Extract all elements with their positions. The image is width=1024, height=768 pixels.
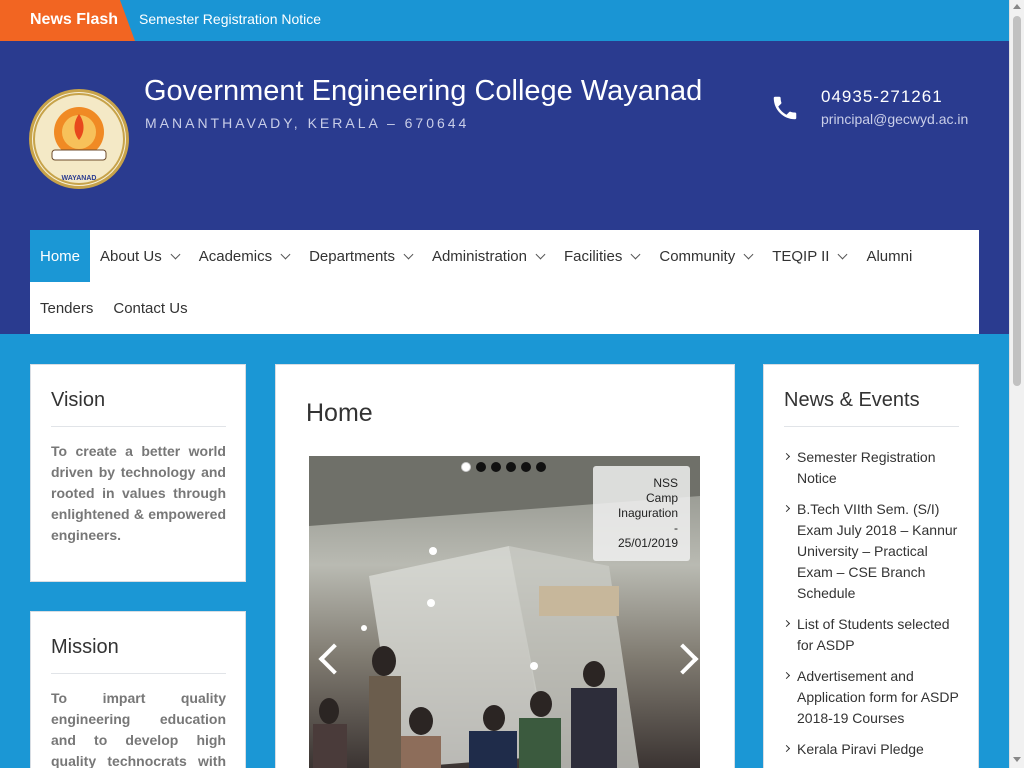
mission-panel: Mission To impart quality engineering ed…	[30, 611, 246, 768]
slider-dot[interactable]	[506, 462, 516, 472]
nav-item-alumni[interactable]: Alumni	[856, 230, 922, 282]
news-item[interactable]: Semester Registration Notice	[782, 447, 964, 489]
nav-item-tenders[interactable]: Tenders	[30, 282, 103, 334]
mission-text: To impart quality engineering education …	[51, 690, 226, 768]
page-title: Home	[306, 399, 373, 427]
slider-dot[interactable]	[461, 462, 471, 472]
chevron-down-icon	[170, 249, 181, 259]
divider	[51, 426, 226, 427]
nav-item-label: Contact Us	[113, 299, 188, 317]
news-item-label: Advertisement and Application form for A…	[797, 668, 959, 726]
slider-dot[interactable]	[536, 462, 546, 472]
nav-item-label: Departments	[309, 247, 395, 265]
scroll-up-icon[interactable]	[1013, 4, 1021, 9]
phone-number[interactable]: 04935-271261	[821, 87, 943, 107]
caption-line: -	[674, 521, 678, 535]
nav-item-home[interactable]: Home	[30, 230, 91, 282]
news-item-label: List of Students selected for ASDP	[797, 616, 950, 653]
news-item-label: Semester Registration Notice	[797, 449, 936, 486]
slider-dot[interactable]	[476, 462, 486, 472]
site-header: WAYANAD Government Engineering College W…	[0, 41, 1009, 230]
college-logo-graphic: WAYANAD	[33, 93, 125, 185]
nav-item-label: TEQIP II	[772, 247, 830, 265]
nav-item-label: Facilities	[564, 247, 623, 265]
chevron-down-icon	[630, 249, 641, 259]
nav-item-about-us[interactable]: About Us	[90, 230, 189, 282]
nav-item-label: Home	[40, 247, 81, 265]
phone-icon	[773, 96, 797, 120]
caption-line: NSS	[653, 476, 678, 490]
news-item-label: B.Tech VIIth Sem. (S/I) Exam July 2018 –…	[797, 501, 958, 601]
nav-item-label: Alumni	[866, 247, 913, 265]
site-subtitle: MANANTHAVADY, KERALA – 670644	[145, 115, 470, 131]
news-flash-link[interactable]: Semester Registration Notice	[139, 0, 321, 38]
site-title[interactable]: Government Engineering College Wayanad	[144, 75, 702, 108]
chevron-right-icon	[782, 619, 791, 628]
vision-title: Vision	[51, 389, 106, 411]
nav-item-administration[interactable]: Administration	[422, 230, 554, 282]
chevron-down-icon	[743, 249, 754, 259]
caption-line: Inaguration	[617, 506, 678, 520]
vision-panel: Vision To create a better world driven b…	[30, 364, 246, 582]
nav-row-secondary: Tenders Contact Us	[30, 282, 198, 334]
slider-dot[interactable]	[491, 462, 501, 472]
nav-item-teqip-ii[interactable]: TEQIP II	[762, 230, 856, 282]
nav-item-contact-us[interactable]: Contact Us	[103, 282, 197, 334]
chevron-right-icon	[782, 671, 791, 680]
news-item[interactable]: Kerala Piravi Pledge	[782, 739, 964, 760]
news-item[interactable]: Advertisement and Application form for A…	[782, 666, 964, 729]
news-item[interactable]: B.Tech VIIth Sem. (S/I) Exam July 2018 –…	[782, 499, 964, 604]
mission-title: Mission	[51, 636, 119, 658]
nav-item-academics[interactable]: Academics	[189, 230, 299, 282]
nav-item-label: Community	[659, 247, 736, 265]
college-logo[interactable]: WAYANAD	[29, 89, 129, 189]
chevron-right-icon	[782, 504, 791, 513]
chevron-down-icon	[280, 249, 291, 259]
caption-line: Camp	[645, 491, 678, 505]
news-events-panel: News & Events Semester Registration Noti…	[763, 364, 979, 768]
nav-item-departments[interactable]: Departments	[299, 230, 422, 282]
news-flash-bar: News Flash Semester Registration Notice	[0, 0, 1009, 41]
divider	[784, 426, 959, 427]
nav-item-label: About Us	[100, 247, 162, 265]
news-item-label: Kerala Piravi Pledge	[797, 741, 924, 757]
nav-item-facilities[interactable]: Facilities	[554, 230, 649, 282]
chevron-right-icon	[782, 452, 791, 461]
scroll-thumb[interactable]	[1013, 16, 1021, 386]
news-events-title: News & Events	[784, 389, 920, 411]
nav-item-label: Academics	[198, 247, 273, 265]
nav-row-primary: Home About Us Academics Departments Administ…	[30, 230, 922, 282]
news-events-list: Semester Registration Notice B.Tech VIIth…	[782, 447, 964, 768]
main-navigation: Home About Us Academics Departments Administ…	[30, 230, 979, 334]
vision-text: To create a better world driven by techn…	[51, 443, 226, 543]
news-item[interactable]: List of Students selected for ASDP	[782, 614, 964, 656]
page-scrollbar[interactable]	[1009, 0, 1024, 768]
image-slider[interactable]: NSS Camp Inaguration -25/01/2019	[309, 456, 700, 768]
nav-item-label: Administration	[431, 247, 527, 265]
slider-dots	[461, 462, 546, 472]
slide-caption: NSS Camp Inaguration -25/01/2019	[593, 466, 690, 561]
chevron-down-icon	[838, 249, 848, 259]
scroll-down-icon[interactable]	[1013, 757, 1021, 762]
caption-line: 25/01/2019	[617, 536, 678, 550]
news-flash-tag: News Flash	[0, 0, 135, 41]
nav-item-community[interactable]: Community	[649, 230, 762, 282]
slider-dot[interactable]	[521, 462, 531, 472]
chevron-right-icon	[782, 744, 791, 753]
divider	[51, 673, 226, 674]
email-address[interactable]: principal@gecwyd.ac.in	[821, 111, 968, 127]
nav-item-label: Tenders	[40, 299, 94, 317]
chevron-down-icon	[403, 249, 414, 259]
chevron-down-icon	[535, 249, 546, 259]
logo-text: WAYANAD	[62, 175, 97, 182]
